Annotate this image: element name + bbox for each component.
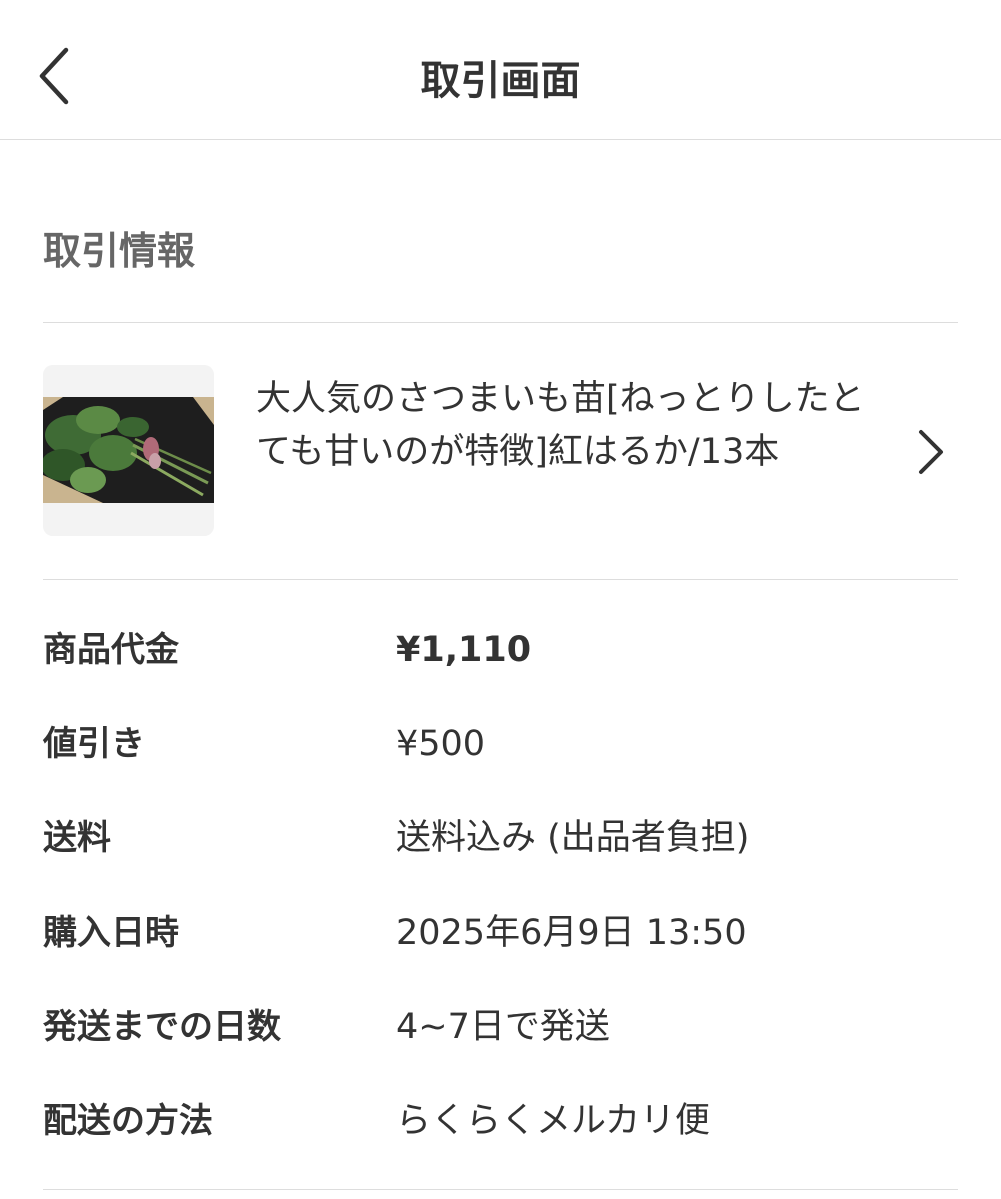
divider (43, 1189, 958, 1190)
price-value: ¥1,110 (396, 630, 532, 670)
header: 取引画面 (0, 0, 1001, 140)
shipping-method-row: 配送の方法 らくらくメルカリ便 (43, 1091, 958, 1151)
item-thumbnail (43, 365, 214, 536)
page-title: 取引画面 (420, 58, 581, 104)
shipping-fee-label: 送料 (43, 818, 111, 858)
section-title: 取引情報 (43, 229, 196, 273)
purchase-date-value: 2025年6月9日 13:50 (396, 913, 747, 953)
item-row[interactable]: 大人気のさつまいも苗[ねっとりしたとても甘いのが特徴]紅はるか/13本 (43, 323, 958, 579)
shipping-method-label: 配送の方法 (43, 1101, 213, 1141)
discount-label: 値引き (43, 724, 145, 764)
shipping-fee-value: 送料込み (出品者負担) (396, 818, 750, 858)
chevron-right-icon (919, 430, 943, 474)
days-to-ship-label: 発送までの日数 (43, 1007, 281, 1047)
days-to-ship-row: 発送までの日数 4~7日で発送 (43, 997, 958, 1057)
sweet-potato-seedlings-photo (43, 365, 214, 536)
price-row: 商品代金 ¥1,110 (43, 620, 958, 680)
divider (43, 579, 958, 580)
discount-value: ¥500 (396, 724, 486, 764)
days-to-ship-value: 4~7日で発送 (396, 1007, 610, 1047)
item-chevron (913, 428, 949, 476)
purchase-date-label: 購入日時 (43, 913, 179, 953)
discount-row: 値引き ¥500 (43, 714, 958, 774)
shipping-method-value: らくらくメルカリ便 (396, 1101, 710, 1141)
item-title: 大人気のさつまいも苗[ねっとりしたとても甘いのが特徴]紅はるか/13本 (256, 379, 865, 472)
purchase-date-row: 購入日時 2025年6月9日 13:50 (43, 903, 958, 963)
price-label: 商品代金 (43, 630, 179, 670)
shipping-fee-row: 送料 送料込み (出品者負担) (43, 808, 958, 868)
